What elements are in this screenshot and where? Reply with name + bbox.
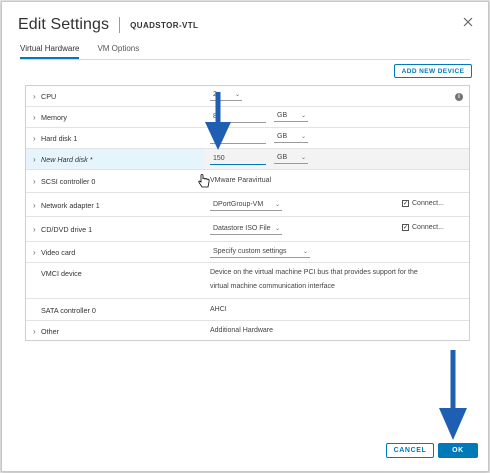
annotation-arrow-icon bbox=[439, 350, 467, 440]
network-select[interactable]: DPortGroup-VM ⌄ bbox=[210, 200, 282, 211]
row-network-adapter: › Network adapter 1 DPortGroup-VM ⌄ ✓ Co… bbox=[26, 193, 469, 217]
row-cd-dvd-drive: › CD/DVD drive 1 Datastore ISO File ⌄ ✓ … bbox=[26, 217, 469, 242]
row-label: Network adapter 1 bbox=[41, 201, 100, 210]
row-video-card: › Video card Specify custom settings ⌄ bbox=[26, 242, 469, 263]
row-label: CPU bbox=[41, 92, 57, 101]
annotation-arrow-icon bbox=[205, 92, 231, 150]
ok-button[interactable]: OK bbox=[438, 443, 478, 458]
info-icon[interactable]: i bbox=[455, 93, 463, 101]
row-vmci-device: VMCI device Device on the virtual machin… bbox=[26, 263, 469, 299]
row-label: Hard disk 1 bbox=[41, 134, 78, 143]
chevron-down-icon: ⌄ bbox=[300, 155, 306, 161]
chevron-right-icon[interactable]: › bbox=[33, 248, 36, 257]
chevron-down-icon: ⌄ bbox=[234, 92, 240, 98]
row-cpu: › CPU 2 ⌄ i bbox=[26, 86, 469, 107]
row-memory: › Memory 8 GB ⌄ bbox=[26, 107, 469, 128]
edit-settings-dialog: Edit Settings QUADSTOR-VTL Virtual Hardw… bbox=[1, 1, 489, 472]
add-new-device-button[interactable]: ADD NEW DEVICE bbox=[394, 64, 472, 78]
row-label: Video card bbox=[41, 248, 76, 257]
cancel-button[interactable]: CANCEL bbox=[386, 443, 434, 458]
chevron-down-icon: ⌄ bbox=[300, 134, 306, 140]
row-new-hard-disk: › New Hard disk * 150 GB ⌄ bbox=[26, 149, 469, 170]
chevron-right-icon[interactable]: › bbox=[33, 155, 36, 164]
sata-type-value: AHCI bbox=[210, 306, 227, 313]
scsi-type-value: VMware Paravirtual bbox=[210, 177, 272, 184]
close-icon[interactable] bbox=[462, 16, 474, 28]
chevron-down-icon: ⌄ bbox=[300, 113, 306, 119]
row-other: › Other Additional Hardware bbox=[26, 321, 469, 342]
row-label: CD/DVD drive 1 bbox=[41, 225, 93, 234]
row-label: SCSI controller 0 bbox=[41, 177, 96, 186]
row-label: New Hard disk * bbox=[41, 155, 93, 164]
row-label: SATA controller 0 bbox=[41, 306, 96, 315]
dialog-title: Edit Settings bbox=[18, 16, 110, 33]
vmci-description-line1: Device on the virtual machine PCI bus th… bbox=[210, 269, 418, 276]
video-card-select[interactable]: Specify custom settings ⌄ bbox=[210, 247, 310, 258]
title-separator bbox=[119, 17, 121, 33]
other-value: Additional Hardware bbox=[210, 327, 274, 334]
row-scsi-controller: › SCSI controller 0 VMware Paravirtual bbox=[26, 170, 469, 193]
new-hard-disk-size-input[interactable]: 150 bbox=[210, 153, 266, 165]
memory-unit-select[interactable]: GB ⌄ bbox=[274, 111, 308, 122]
cd-dvd-select[interactable]: Datastore ISO File ⌄ bbox=[210, 224, 282, 235]
tab-bar: Virtual Hardware VM Options bbox=[20, 42, 470, 60]
chevron-down-icon: ⌄ bbox=[274, 226, 280, 232]
connect-label: Connect... bbox=[412, 200, 444, 207]
hardware-table: › CPU 2 ⌄ i › Memory 8 GB ⌄ › Hard disk … bbox=[25, 85, 470, 341]
chevron-right-icon[interactable]: › bbox=[33, 201, 36, 210]
hand-cursor-icon bbox=[198, 174, 210, 188]
cd-dvd-connect-checkbox[interactable]: ✓ bbox=[402, 224, 409, 231]
chevron-down-icon: ⌄ bbox=[302, 249, 308, 255]
vm-name: QUADSTOR-VTL bbox=[130, 20, 199, 30]
row-label: Other bbox=[41, 327, 59, 336]
chevron-right-icon[interactable]: › bbox=[33, 225, 36, 234]
connect-label: Connect... bbox=[412, 224, 444, 231]
chevron-right-icon[interactable]: › bbox=[33, 134, 36, 143]
hard-disk-1-unit-select[interactable]: GB ⌄ bbox=[274, 132, 308, 143]
row-label: VMCI device bbox=[41, 269, 82, 278]
dialog-header: Edit Settings QUADSTOR-VTL bbox=[18, 14, 198, 36]
chevron-right-icon[interactable]: › bbox=[33, 113, 36, 122]
new-hard-disk-unit-select[interactable]: GB ⌄ bbox=[274, 153, 308, 164]
chevron-right-icon[interactable]: › bbox=[33, 327, 36, 336]
network-connect-checkbox[interactable]: ✓ bbox=[402, 200, 409, 207]
chevron-down-icon: ⌄ bbox=[274, 202, 280, 208]
chevron-right-icon[interactable]: › bbox=[33, 92, 36, 101]
row-label: Memory bbox=[41, 113, 67, 122]
row-hard-disk-1: › Hard disk 1 GB ⌄ bbox=[26, 128, 469, 149]
tab-virtual-hardware[interactable]: Virtual Hardware bbox=[20, 42, 80, 59]
row-sata-controller: SATA controller 0 AHCI bbox=[26, 299, 469, 321]
tab-vm-options[interactable]: VM Options bbox=[97, 42, 139, 59]
vmci-description-line2: virtual machine communication interface bbox=[210, 283, 335, 290]
chevron-right-icon[interactable]: › bbox=[33, 177, 36, 186]
